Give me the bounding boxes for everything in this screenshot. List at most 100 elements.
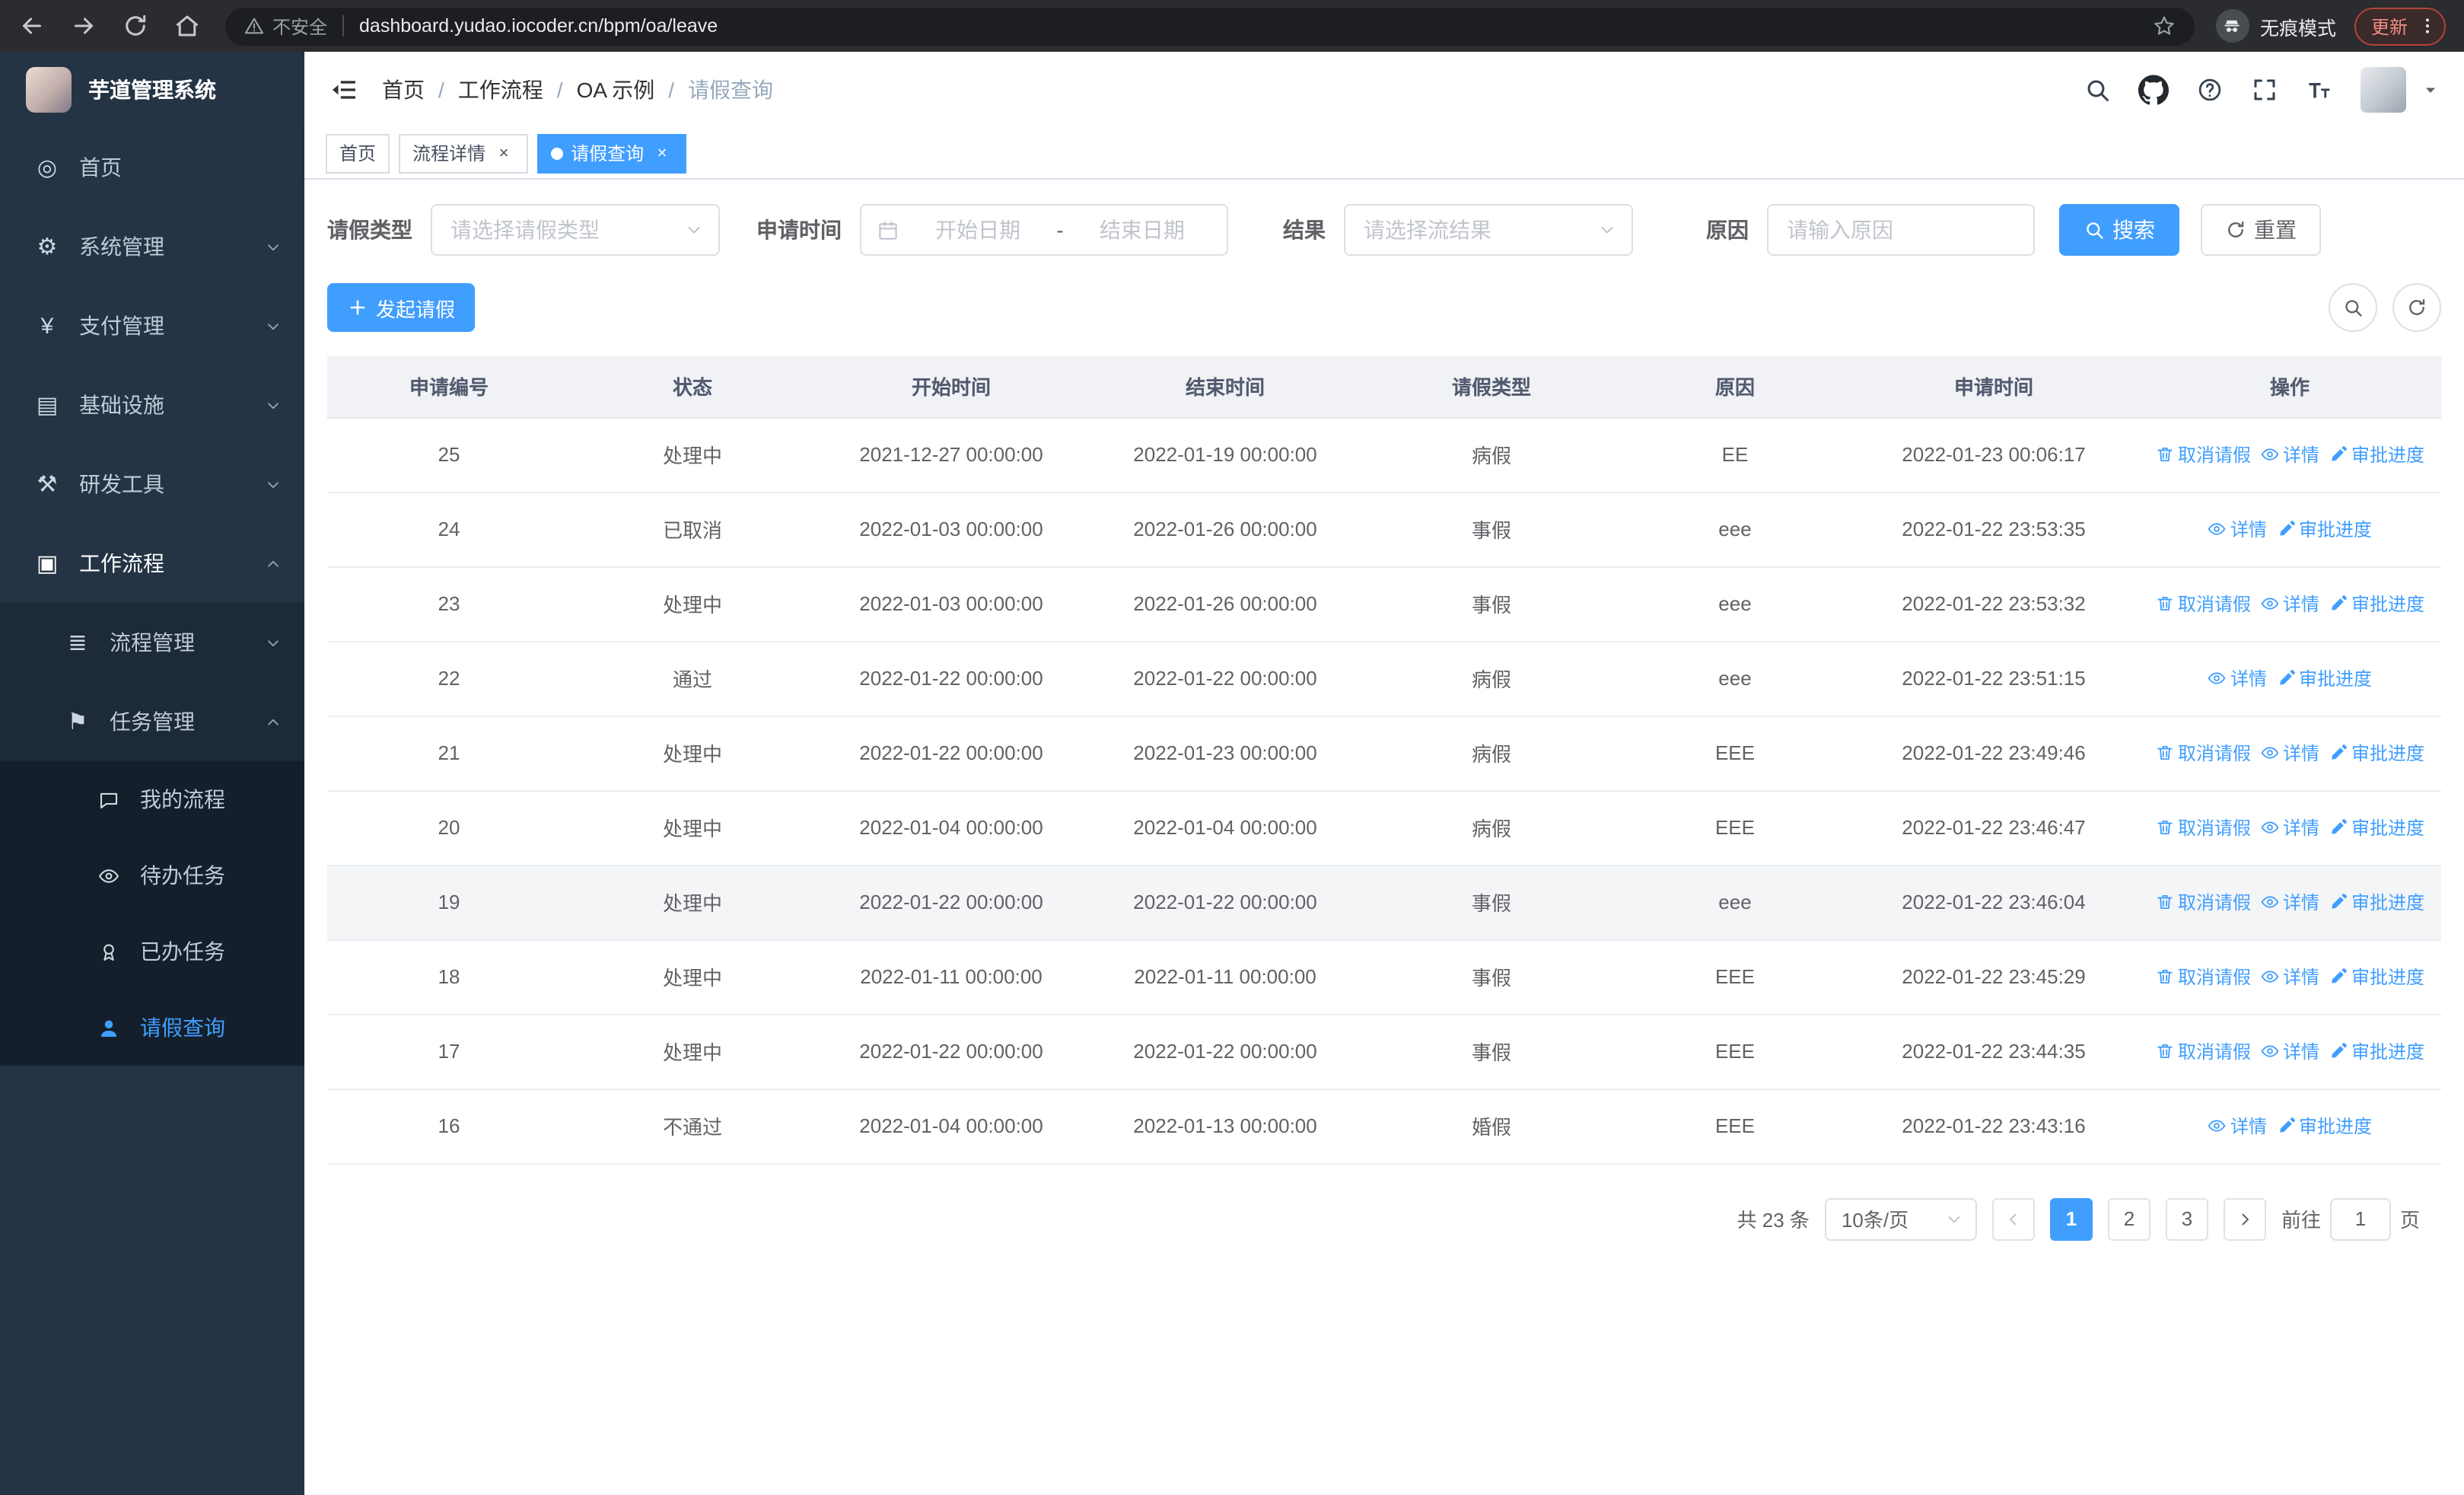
page-button-3[interactable]: 3 <box>2165 1197 2208 1240</box>
cancel-leave-link[interactable]: 取消请假 <box>2155 888 2251 914</box>
detail-link[interactable]: 详情 <box>2260 441 2319 467</box>
sidebar-item-leave-query[interactable]: 请假查询 <box>0 990 304 1066</box>
toggle-search-button[interactable] <box>2329 283 2377 332</box>
cancel-leave-link[interactable]: 取消请假 <box>2155 590 2251 616</box>
user-avatar[interactable] <box>2361 67 2406 113</box>
sidebar-item-home[interactable]: ◎ 首页 <box>0 128 304 207</box>
search-button[interactable]: 搜索 <box>2059 204 2179 256</box>
leave-table-row: 24 已取消 2022-01-03 00:00:00 2022-01-26 00:00… <box>327 492 2441 567</box>
browser-menu-icon[interactable] <box>2417 15 2438 37</box>
breadcrumb-item[interactable]: 工作流程 <box>458 75 543 105</box>
breadcrumb-separator: / <box>556 78 563 102</box>
tab-leave-query[interactable]: 请假查询 × <box>537 133 687 173</box>
close-icon[interactable]: × <box>493 142 514 164</box>
progress-link[interactable]: 审批进度 <box>2276 665 2372 690</box>
reason-input[interactable] <box>1768 206 2033 254</box>
cell-leave-type: 事假 <box>1362 1014 1621 1089</box>
detail-link[interactable]: 详情 <box>2208 1112 2267 1138</box>
reset-button[interactable]: 重置 <box>2201 204 2321 256</box>
leave-table-row: 20 处理中 2022-01-04 00:00:00 2022-01-04 00:00… <box>327 790 2441 865</box>
cell-leave-type: 事假 <box>1362 865 1621 940</box>
table-tools <box>2329 283 2441 332</box>
progress-link[interactable]: 审批进度 <box>2329 963 2424 989</box>
eye-icon <box>2260 742 2280 762</box>
cell-status: 处理中 <box>571 566 814 642</box>
next-page-button[interactable] <box>2223 1197 2266 1240</box>
cancel-leave-link[interactable]: 取消请假 <box>2155 814 2251 840</box>
progress-link[interactable]: 审批进度 <box>2329 1038 2424 1063</box>
page-button-1[interactable]: 1 <box>2049 1197 2093 1240</box>
browser-home-icon[interactable] <box>173 12 201 40</box>
url-text[interactable]: dashboard.yudao.iocoder.cn/bpm/oa/leave <box>359 15 2152 37</box>
detail-link[interactable]: 详情 <box>2208 665 2267 690</box>
cell-start-time: 2022-01-04 00:00:00 <box>814 790 1088 865</box>
cancel-leave-link[interactable]: 取消请假 <box>2155 441 2251 467</box>
delete-icon <box>2155 966 2175 986</box>
refresh-table-button[interactable] <box>2392 283 2441 332</box>
cell-end-time: 2022-01-19 00:00:00 <box>1088 417 1362 492</box>
edit-icon <box>2329 817 2348 837</box>
sidebar-item-my-process[interactable]: 我的流程 <box>0 761 304 837</box>
progress-link[interactable]: 审批进度 <box>2329 739 2424 765</box>
progress-link[interactable]: 审批进度 <box>2329 814 2424 840</box>
sidebar-item-todo-tasks[interactable]: 待办任务 <box>0 837 304 913</box>
create-leave-button[interactable]: 发起请假 <box>327 283 476 332</box>
list-icon: ≣ <box>68 630 88 655</box>
sidebar-item-process-mgmt[interactable]: ≣ 流程管理 <box>0 603 304 682</box>
browser-update-button[interactable]: 更新 <box>2354 7 2446 45</box>
sidebar-item-system-mgmt[interactable]: ⚙ 系统管理 <box>0 207 304 286</box>
detail-link[interactable]: 详情 <box>2260 814 2319 840</box>
detail-link[interactable]: 详情 <box>2208 515 2267 541</box>
progress-link[interactable]: 审批进度 <box>2276 515 2372 541</box>
github-icon[interactable] <box>2138 75 2169 105</box>
sidebar-item-task-mgmt[interactable]: ⚑ 任务管理 <box>0 682 304 761</box>
detail-link[interactable]: 详情 <box>2260 1038 2319 1063</box>
page-size-select[interactable]: 10条/页 <box>1824 1197 1977 1240</box>
fullscreen-icon[interactable] <box>2251 76 2278 104</box>
app-logo[interactable]: 芋道管理系统 <box>0 52 304 128</box>
breadcrumb-item[interactable]: OA 示例 <box>577 75 655 105</box>
goto-page-input[interactable] <box>2329 1197 2391 1240</box>
cancel-leave-link[interactable]: 取消请假 <box>2155 1038 2251 1063</box>
search-icon[interactable] <box>2084 76 2111 104</box>
cell-leave-type: 事假 <box>1362 566 1621 642</box>
sidebar-collapse-icon[interactable] <box>329 75 359 105</box>
sidebar-item-workflow[interactable]: ▣ 工作流程 <box>0 524 304 603</box>
help-icon[interactable] <box>2196 76 2224 104</box>
leave-type-select[interactable]: 请选择请假类型 <box>431 204 720 256</box>
result-select[interactable]: 请选择流结果 <box>1344 204 1633 256</box>
cancel-leave-link[interactable]: 取消请假 <box>2155 739 2251 765</box>
security-chip[interactable]: 不安全 <box>244 13 327 39</box>
progress-link[interactable]: 审批进度 <box>2276 1112 2372 1138</box>
sidebar-item-payment-mgmt[interactable]: ¥ 支付管理 <box>0 286 304 365</box>
font-size-icon[interactable] <box>2306 76 2333 104</box>
delete-icon <box>2155 891 2175 911</box>
sidebar-item-infrastructure[interactable]: ▤ 基础设施 <box>0 365 304 445</box>
cell-end-time: 2022-01-22 00:00:00 <box>1088 865 1362 940</box>
delete-icon <box>2155 593 2175 613</box>
edit-icon <box>2276 518 2296 538</box>
tab-home[interactable]: 首页 <box>326 133 390 173</box>
apply-time-range-picker[interactable]: 开始日期 - 结束日期 <box>860 204 1228 256</box>
close-icon[interactable]: × <box>651 142 673 164</box>
avatar-caret-icon[interactable] <box>2421 81 2440 99</box>
bookmark-star-icon[interactable] <box>2152 14 2176 38</box>
progress-link[interactable]: 审批进度 <box>2329 888 2424 914</box>
sidebar-item-done-tasks[interactable]: 已办任务 <box>0 913 304 990</box>
browser-reload-icon[interactable] <box>122 12 149 40</box>
detail-link[interactable]: 详情 <box>2260 739 2319 765</box>
breadcrumb-item[interactable]: 首页 <box>382 75 425 105</box>
prev-page-button[interactable] <box>1991 1197 2035 1240</box>
cancel-leave-link[interactable]: 取消请假 <box>2155 963 2251 989</box>
browser-forward-icon[interactable] <box>70 12 97 40</box>
sidebar-item-dev-tools[interactable]: ⚒ 研发工具 <box>0 445 304 524</box>
progress-link[interactable]: 审批进度 <box>2329 441 2424 467</box>
page-button-2[interactable]: 2 <box>2107 1197 2150 1240</box>
detail-link[interactable]: 详情 <box>2260 590 2319 616</box>
detail-link[interactable]: 详情 <box>2260 963 2319 989</box>
progress-link[interactable]: 审批进度 <box>2329 590 2424 616</box>
address-bar[interactable]: 不安全 dashboard.yudao.iocoder.cn/bpm/oa/le… <box>225 7 2195 45</box>
detail-link[interactable]: 详情 <box>2260 888 2319 914</box>
browser-back-icon[interactable] <box>18 12 46 40</box>
tab-process-detail[interactable]: 流程详情 × <box>399 133 529 173</box>
